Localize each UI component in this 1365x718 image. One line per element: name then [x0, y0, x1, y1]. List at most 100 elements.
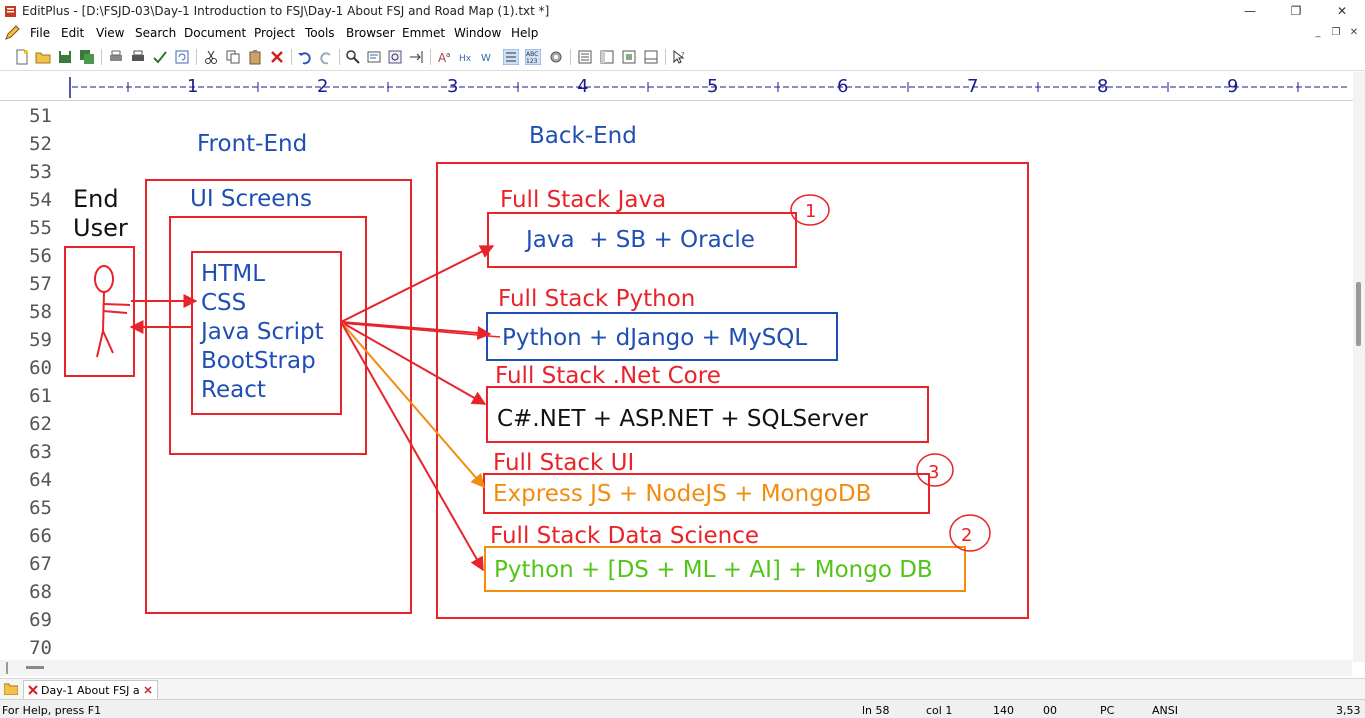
- ruler-mark: 9: [1227, 76, 1239, 97]
- line-number-icon[interactable]: [503, 49, 519, 65]
- view-directory-icon[interactable]: [599, 49, 615, 65]
- horizontal-scrollbar[interactable]: [0, 660, 1352, 676]
- toolbar-separator: [101, 49, 102, 65]
- ruler-mark: 5: [707, 76, 719, 97]
- menu-project[interactable]: Project: [254, 26, 295, 40]
- document-tab-bar: Day-1 About FSJ a: [0, 678, 1365, 699]
- view-list-icon[interactable]: [577, 49, 593, 65]
- toolbar-separator: [291, 49, 292, 65]
- find-in-files-icon[interactable]: [387, 49, 403, 65]
- print-preview-icon[interactable]: [108, 49, 124, 65]
- ui-screens-label: UI Screens: [190, 186, 312, 212]
- menu-emmet[interactable]: Emmet: [402, 26, 445, 40]
- help-pointer-icon[interactable]: ?: [671, 49, 687, 65]
- mdi-restore-button[interactable]: ❐: [1330, 27, 1342, 39]
- document-tab[interactable]: Day-1 About FSJ a: [23, 680, 158, 699]
- paste-icon[interactable]: [247, 49, 263, 65]
- scroll-splitter[interactable]: [6, 662, 8, 674]
- spell-check-icon[interactable]: [152, 49, 168, 65]
- tab-close-icon[interactable]: [143, 685, 153, 695]
- stick-figure-icon: [94, 265, 131, 358]
- vertical-scrollbar[interactable]: [1353, 72, 1365, 662]
- cliptext-icon[interactable]: [621, 49, 637, 65]
- svg-text:Hx: Hx: [459, 54, 472, 64]
- hex-icon[interactable]: Hx: [459, 49, 475, 65]
- folder-icon[interactable]: [4, 682, 18, 695]
- goto-line-icon[interactable]: [408, 49, 424, 65]
- frontend-tech-javascript: Java Script: [199, 319, 324, 345]
- svg-text:ABC: ABC: [526, 51, 538, 58]
- toolbar-separator: [665, 49, 666, 65]
- ruler-mark: 3: [447, 76, 459, 97]
- menu-window[interactable]: Window: [454, 26, 501, 40]
- redo-icon[interactable]: [318, 49, 334, 65]
- frontend-tech-react: React: [201, 377, 266, 403]
- mdi-close-button[interactable]: ✕: [1348, 27, 1360, 39]
- save-all-icon[interactable]: [79, 49, 95, 65]
- frontend-tech-html: HTML: [201, 261, 265, 287]
- print-icon[interactable]: [130, 49, 146, 65]
- menu-file[interactable]: File: [30, 26, 50, 40]
- arrow-to-java: [340, 245, 495, 323]
- ruler-graphic: [69, 77, 1350, 98]
- copy-icon[interactable]: [225, 49, 241, 65]
- arrow-to-python: [340, 321, 492, 340]
- status-size: 3,53: [1336, 704, 1361, 717]
- window-title: EditPlus - [D:\FSJD-03\Day-1 Introductio…: [22, 4, 550, 18]
- menu-document[interactable]: Document: [184, 26, 246, 40]
- front-end-box: [145, 179, 412, 614]
- horizontal-scroll-thumb[interactable]: [26, 666, 44, 669]
- annotation-number: 1: [805, 201, 816, 222]
- svg-text:123: 123: [526, 58, 538, 65]
- status-code: 00: [1043, 704, 1057, 717]
- svg-text:?: ?: [681, 51, 685, 59]
- title-bar: EditPlus - [D:\FSJD-03\Day-1 Introductio…: [0, 0, 1365, 22]
- toolbar-separator: [339, 49, 340, 65]
- cut-icon[interactable]: [203, 49, 219, 65]
- stack-content-ui: Express JS + NodeJS + MongoDB: [493, 481, 871, 507]
- editor-area[interactable]: 51 52 53 54 55 56 57 58 59 60 61 62 63 6…: [0, 101, 1352, 660]
- menu-browser[interactable]: Browser: [346, 26, 395, 40]
- output-window-icon[interactable]: [643, 49, 659, 65]
- toolbar: Aa Hx W ABC 123 ?: [0, 44, 1365, 71]
- replace-icon[interactable]: [366, 49, 382, 65]
- stack-content-dotnet: C#.NET + ASP.NET + SQLServer: [497, 406, 868, 432]
- end-user-label: End: [73, 185, 119, 213]
- status-column: col 1: [926, 704, 953, 717]
- minimize-button[interactable]: —: [1227, 0, 1273, 22]
- column-ruler-icon[interactable]: ABC123: [525, 49, 541, 65]
- find-icon[interactable]: [345, 49, 361, 65]
- stack-title-ui: Full Stack UI: [493, 450, 634, 476]
- refresh-icon[interactable]: [174, 49, 190, 65]
- menu-help[interactable]: Help: [511, 26, 538, 40]
- status-line: ln 58: [862, 704, 890, 717]
- column-ruler: 1 2 3 4 5 6 7 8 9: [0, 72, 1355, 101]
- save-icon[interactable]: [57, 49, 73, 65]
- vertical-scroll-thumb[interactable]: [1356, 282, 1361, 346]
- ruler-mark: 8: [1097, 76, 1109, 97]
- settings-gear-icon[interactable]: [548, 49, 564, 65]
- word-wrap-icon[interactable]: W: [481, 49, 497, 65]
- document-tab-label: Day-1 About FSJ a: [41, 683, 140, 697]
- open-folder-icon[interactable]: [35, 49, 51, 65]
- maximize-button[interactable]: ❐: [1273, 0, 1319, 22]
- stack-content-java: Java + SB + Oracle: [524, 227, 755, 253]
- menu-view[interactable]: View: [96, 26, 124, 40]
- close-button[interactable]: ✕: [1319, 0, 1365, 22]
- undo-icon[interactable]: [297, 49, 313, 65]
- menu-bar: File Edit View Search Document Project T…: [0, 22, 1365, 43]
- svg-text:W: W: [481, 53, 491, 64]
- menu-tools[interactable]: Tools: [305, 26, 335, 40]
- new-file-icon[interactable]: [14, 49, 30, 65]
- mdi-minimize-button[interactable]: _: [1312, 27, 1324, 39]
- status-help: For Help, press F1: [2, 704, 102, 717]
- font-icon[interactable]: Aa: [437, 49, 453, 65]
- menu-edit[interactable]: Edit: [61, 26, 84, 40]
- stack-title-java: Full Stack Java: [500, 187, 666, 213]
- ruler-mark: 1: [187, 76, 199, 97]
- delete-icon[interactable]: [269, 49, 285, 65]
- menu-search[interactable]: Search: [135, 26, 176, 40]
- stack-title-python: Full Stack Python: [498, 286, 695, 312]
- frontend-tech-bootstrap: BootStrap: [201, 348, 316, 374]
- svg-text:a: a: [446, 51, 450, 59]
